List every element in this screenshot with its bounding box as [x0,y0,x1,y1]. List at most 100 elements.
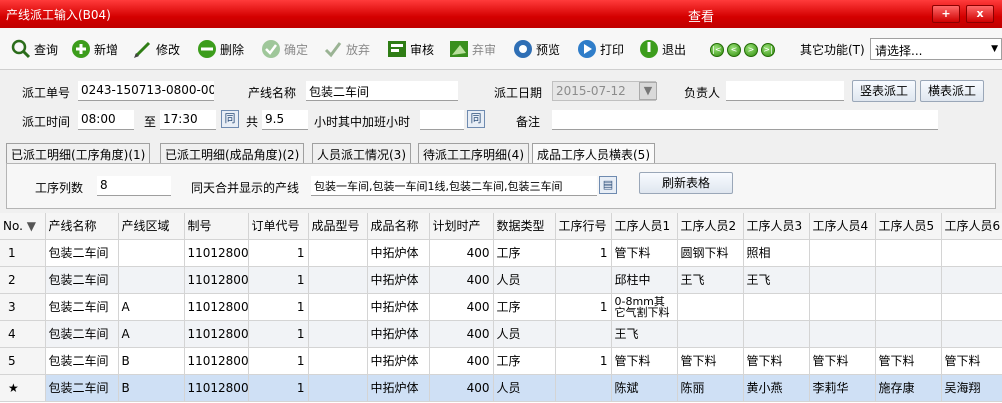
col-header[interactable]: 产线区域 [118,213,185,240]
cell-line[interactable]: 包装二车间 [45,347,119,375]
date-dropdown-icon[interactable]: ▼ [639,82,657,100]
cell-plan[interactable]: 400 [429,320,494,348]
cell-p2[interactable]: 陈丽 [677,374,744,402]
nav-next-button[interactable]: > [744,43,758,57]
cell-no[interactable]: 2 [0,266,46,294]
tab-product-staff-horizontal[interactable]: 成品工序人员横表(5) [532,143,655,164]
cell-p2[interactable]: 圆钢下料 [677,239,744,267]
cell-p1[interactable]: 陈斌 [611,374,678,402]
cell-p6[interactable]: 吴海翔 [941,374,1002,402]
cell-product[interactable]: 中拓炉体 [367,374,430,402]
cell-order[interactable]: 1 [248,266,309,294]
cell-p3[interactable]: 管下料 [743,347,810,375]
cell-type[interactable]: 工序 [493,239,556,267]
table-row[interactable]: 1包装二车间1101280011中拓炉体400工序1管下料圆钢下料照相 [0,239,1002,267]
col-header[interactable]: 工序人员5 [875,213,942,240]
col-header[interactable]: 工序人员1 [611,213,678,240]
nav-prev-button[interactable]: < [727,43,741,57]
cell-p3[interactable]: 照相 [743,239,810,267]
cell-p2[interactable] [677,293,744,321]
col-header[interactable]: 订单代号 [248,213,309,240]
cell-p3[interactable]: 王飞 [743,266,810,294]
time-from-field[interactable]: 08:00 [78,110,134,130]
preview-button[interactable]: 预览 [512,36,560,62]
cell-p6[interactable]: 管下料 [941,347,1002,375]
cell-p1[interactable]: 管下料 [611,347,678,375]
cell-seq[interactable] [555,320,612,348]
time-to-field[interactable]: 17:30 [160,110,216,130]
cell-area[interactable] [118,239,185,267]
restore-button[interactable]: + [932,5,960,23]
cell-p1[interactable]: 0-8mm其它气割下料 [611,293,678,321]
approve-button[interactable]: 审核 [386,36,434,62]
cell-order[interactable]: 1 [248,374,309,402]
cell-p1[interactable]: 管下料 [611,239,678,267]
table-row[interactable]: ★包装二车间B1101280011 中拓炉体400人员 陈斌陈丽黄小燕李莉华施存康吴… [0,374,1002,402]
cell-type[interactable]: 人员 [493,320,556,348]
other-functions-select[interactable]: 请选择... ▼ [870,38,1002,60]
col-header[interactable]: 制号 [184,213,249,240]
cell-no[interactable]: 4 [0,320,46,348]
cell-line[interactable]: 包装二车间 [45,239,119,267]
cell-area[interactable]: B [118,347,185,375]
cell-p6[interactable] [941,266,1002,294]
cell-lot[interactable]: 110128001 [184,347,249,375]
cell-model[interactable] [308,347,368,375]
filter-icon[interactable]: ▼ [27,219,36,233]
line-name-field[interactable]: 包装二车间 [306,81,458,101]
cell-plan[interactable]: 400 [429,374,494,402]
cell-seq[interactable] [555,374,612,402]
order-no-field[interactable]: 0243-150713-0800-001 [78,81,214,101]
cell-p6[interactable] [941,239,1002,267]
col-header[interactable]: 工序人员2 [677,213,744,240]
table-row[interactable]: 5包装二车间B1101280011中拓炉体400工序1管下料管下料管下料管下料管… [0,347,1002,375]
cell-p2[interactable] [677,320,744,348]
edit-button[interactable]: 修改 [132,36,180,62]
cell-p4[interactable]: 管下料 [809,347,876,375]
exit-button[interactable]: 退出 [638,36,686,62]
cell-model[interactable] [308,374,368,402]
cell-no[interactable]: 5 [0,347,46,375]
cell-plan[interactable]: 400 [429,239,494,267]
col-header[interactable]: 工序人员6 [941,213,1002,240]
cell-p4[interactable]: 李莉华 [809,374,876,402]
nav-last-button[interactable]: >| [761,43,775,57]
unapprove-button[interactable]: 弃审 [448,36,496,62]
cell-product[interactable]: 中拓炉体 [367,266,430,294]
table-row[interactable]: 2包装二车间1101280011中拓炉体400人员邱柱中王飞王飞 [0,266,1002,294]
col-header[interactable]: 产线名称 [45,213,119,240]
cell-model[interactable] [308,239,368,267]
tab-dispatched-product[interactable]: 已派工明细(成品角度)(2) [160,143,305,163]
cell-lot[interactable]: 110128001 [184,293,249,321]
cell-no[interactable]: 3 [0,293,46,321]
cell-area[interactable]: B [118,374,185,402]
col-header-no[interactable]: No. ▼ [0,213,46,240]
same-time-button[interactable]: 同 [221,110,239,128]
cell-lot[interactable]: 110128001 [184,374,249,402]
tab-pending-process[interactable]: 待派工工序明细(4) [418,143,529,163]
cell-plan[interactable]: 400 [429,293,494,321]
cell-model[interactable] [308,293,368,321]
cell-line[interactable]: 包装二车间 [45,374,119,402]
cell-model[interactable] [308,266,368,294]
cell-p1[interactable]: 邱柱中 [611,266,678,294]
query-button[interactable]: 查询 [10,36,58,62]
cell-p4[interactable] [809,239,876,267]
cell-product[interactable]: 中拓炉体 [367,347,430,375]
cell-area[interactable]: A [118,320,185,348]
cell-p4[interactable] [809,293,876,321]
col-header[interactable]: 成品型号 [308,213,368,240]
cell-order[interactable]: 1 [248,320,309,348]
horizontal-dispatch-button[interactable]: 横表派工 [920,80,984,102]
delete-button[interactable]: 删除 [196,36,244,62]
refresh-grid-button[interactable]: 刷新表格 [639,172,733,194]
cell-no[interactable]: ★ [0,374,46,402]
cell-lot[interactable]: 110128001 [184,320,249,348]
cell-line[interactable]: 包装二车间 [45,320,119,348]
cell-area[interactable] [118,266,185,294]
cell-type[interactable]: 工序 [493,347,556,375]
owner-field[interactable] [726,81,844,101]
abandon-button[interactable]: 放弃 [322,36,370,62]
cell-p4[interactable] [809,266,876,294]
cell-seq[interactable]: 1 [555,239,612,267]
